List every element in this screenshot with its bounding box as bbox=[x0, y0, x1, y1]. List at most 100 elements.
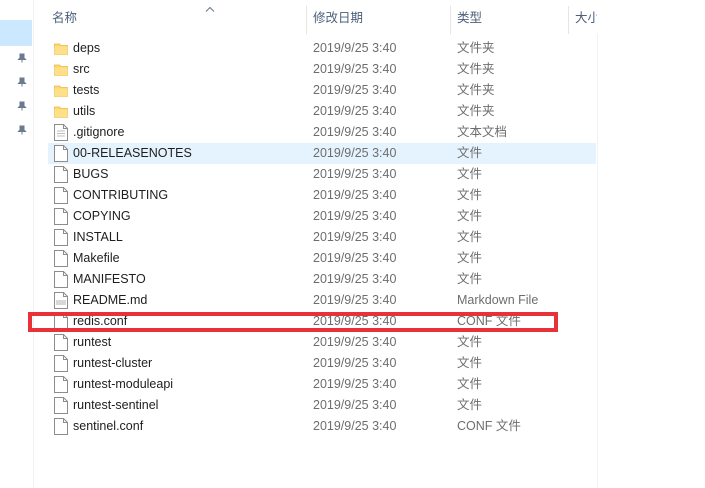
file-name: README.md bbox=[73, 293, 148, 307]
file-type: Markdown File bbox=[457, 293, 539, 307]
file-name: tests bbox=[73, 83, 100, 97]
file-modified-date: 2019/9/25 3:40 bbox=[313, 398, 397, 412]
navigation-pane[interactable] bbox=[0, 0, 34, 488]
folder-icon bbox=[54, 61, 68, 78]
file-type: 文件夹 bbox=[457, 104, 495, 118]
file-icon bbox=[54, 376, 68, 393]
file-type: 文件夹 bbox=[457, 83, 495, 97]
file-name: utils bbox=[73, 104, 96, 118]
file-name: runtest-moduleapi bbox=[73, 377, 174, 391]
file-name: INSTALL bbox=[73, 230, 123, 244]
column-header-size[interactable]: 大小 bbox=[575, 0, 597, 34]
file-modified-date: 2019/9/25 3:40 bbox=[313, 377, 397, 391]
column-divider[interactable] bbox=[306, 6, 307, 34]
column-header-name[interactable]: 名称 bbox=[52, 0, 77, 34]
file-modified-date: 2019/9/25 3:40 bbox=[313, 209, 397, 223]
file-row[interactable]: Makefile 2019/9/25 3:40 文件 bbox=[48, 248, 596, 269]
file-modified-date: 2019/9/25 3:40 bbox=[313, 167, 397, 181]
file-name: redis.conf bbox=[73, 314, 128, 328]
file-modified-date: 2019/9/25 3:40 bbox=[313, 251, 397, 265]
file-name: 00-RELEASENOTES bbox=[73, 146, 192, 160]
file-modified-date: 2019/9/25 3:40 bbox=[313, 272, 397, 286]
column-header: 名称 修改日期 类型 大小 bbox=[33, 0, 705, 34]
file-icon bbox=[54, 355, 68, 372]
markdown-file-icon bbox=[54, 292, 68, 309]
file-icon bbox=[54, 313, 68, 330]
column-divider[interactable] bbox=[450, 6, 451, 34]
file-name: deps bbox=[73, 41, 101, 55]
file-icon bbox=[54, 229, 68, 246]
file-icon bbox=[54, 166, 68, 183]
folder-icon bbox=[54, 103, 68, 120]
file-type: 文件 bbox=[457, 230, 483, 244]
file-row[interactable]: BUGS 2019/9/25 3:40 文件 bbox=[48, 164, 596, 185]
file-modified-date: 2019/9/25 3:40 bbox=[313, 125, 397, 139]
pin-icon[interactable] bbox=[17, 125, 27, 135]
pin-icon[interactable] bbox=[17, 101, 27, 111]
file-name: sentinel.conf bbox=[73, 419, 144, 433]
file-name: CONTRIBUTING bbox=[73, 188, 169, 202]
file-modified-date: 2019/9/25 3:40 bbox=[313, 335, 397, 349]
file-icon bbox=[54, 187, 68, 204]
file-row[interactable]: utils 2019/9/25 3:40 文件夹 bbox=[48, 101, 596, 122]
file-row[interactable]: CONTRIBUTING 2019/9/25 3:40 文件 bbox=[48, 185, 596, 206]
file-modified-date: 2019/9/25 3:40 bbox=[313, 83, 397, 97]
file-row[interactable]: MANIFESTO 2019/9/25 3:40 文件 bbox=[48, 269, 596, 290]
file-name: runtest-cluster bbox=[73, 356, 153, 370]
file-row[interactable]: runtest 2019/9/25 3:40 文件 bbox=[48, 332, 596, 353]
nav-selected-item[interactable] bbox=[0, 20, 32, 46]
file-type: CONF 文件 bbox=[457, 419, 521, 433]
file-name: MANIFESTO bbox=[73, 272, 146, 286]
column-header-date[interactable]: 修改日期 bbox=[313, 0, 363, 34]
file-type: 文件 bbox=[457, 188, 483, 202]
file-type: 文件夹 bbox=[457, 62, 495, 76]
file-name: runtest bbox=[73, 335, 112, 349]
file-row[interactable]: COPYING 2019/9/25 3:40 文件 bbox=[48, 206, 596, 227]
file-row[interactable]: runtest-sentinel 2019/9/25 3:40 文件 bbox=[48, 395, 596, 416]
file-row[interactable]: sentinel.conf 2019/9/25 3:40 CONF 文件 bbox=[48, 416, 596, 437]
file-row[interactable]: README.md 2019/9/25 3:40 Markdown File bbox=[48, 290, 596, 311]
file-row[interactable]: 00-RELEASENOTES 2019/9/25 3:40 文件 bbox=[48, 143, 596, 164]
file-modified-date: 2019/9/25 3:40 bbox=[313, 314, 397, 328]
file-row[interactable]: INSTALL 2019/9/25 3:40 文件 bbox=[48, 227, 596, 248]
file-type: 文件 bbox=[457, 146, 483, 160]
file-modified-date: 2019/9/25 3:40 bbox=[313, 356, 397, 370]
file-row[interactable]: deps 2019/9/25 3:40 文件夹 bbox=[48, 38, 596, 59]
file-type: CONF 文件 bbox=[457, 314, 521, 328]
file-row[interactable]: redis.conf 2019/9/25 3:40 CONF 文件 bbox=[48, 311, 596, 332]
file-row[interactable]: runtest-cluster 2019/9/25 3:40 文件 bbox=[48, 353, 596, 374]
pin-icon[interactable] bbox=[17, 53, 27, 63]
file-row[interactable]: tests 2019/9/25 3:40 文件夹 bbox=[48, 80, 596, 101]
column-header-type[interactable]: 类型 bbox=[457, 0, 482, 34]
file-name: COPYING bbox=[73, 209, 131, 223]
file-name: BUGS bbox=[73, 167, 109, 181]
file-name: src bbox=[73, 62, 90, 76]
file-type: 文件 bbox=[457, 398, 483, 412]
folder-icon bbox=[54, 82, 68, 99]
file-icon bbox=[54, 418, 68, 435]
file-modified-date: 2019/9/25 3:40 bbox=[313, 188, 397, 202]
file-row[interactable]: src 2019/9/25 3:40 文件夹 bbox=[48, 59, 596, 80]
file-type: 文件 bbox=[457, 251, 483, 265]
file-icon bbox=[54, 208, 68, 225]
file-modified-date: 2019/9/25 3:40 bbox=[313, 419, 397, 433]
file-type: 文件 bbox=[457, 167, 483, 181]
column-divider[interactable] bbox=[568, 6, 569, 34]
file-modified-date: 2019/9/25 3:40 bbox=[313, 41, 397, 55]
file-type: 文件 bbox=[457, 272, 483, 286]
pin-icon[interactable] bbox=[17, 77, 27, 87]
file-icon bbox=[54, 250, 68, 267]
file-type: 文件 bbox=[457, 335, 483, 349]
file-row[interactable]: .gitignore 2019/9/25 3:40 文本文档 bbox=[48, 122, 596, 143]
file-modified-date: 2019/9/25 3:40 bbox=[313, 146, 397, 160]
sort-ascending-icon[interactable] bbox=[205, 2, 215, 12]
file-icon bbox=[54, 271, 68, 288]
file-name: .gitignore bbox=[73, 125, 125, 139]
file-type: 文件 bbox=[457, 377, 483, 391]
file-icon bbox=[54, 145, 68, 162]
file-name: Makefile bbox=[73, 251, 120, 265]
file-modified-date: 2019/9/25 3:40 bbox=[313, 62, 397, 76]
file-modified-date: 2019/9/25 3:40 bbox=[313, 293, 397, 307]
file-modified-date: 2019/9/25 3:40 bbox=[313, 230, 397, 244]
file-row[interactable]: runtest-moduleapi 2019/9/25 3:40 文件 bbox=[48, 374, 596, 395]
